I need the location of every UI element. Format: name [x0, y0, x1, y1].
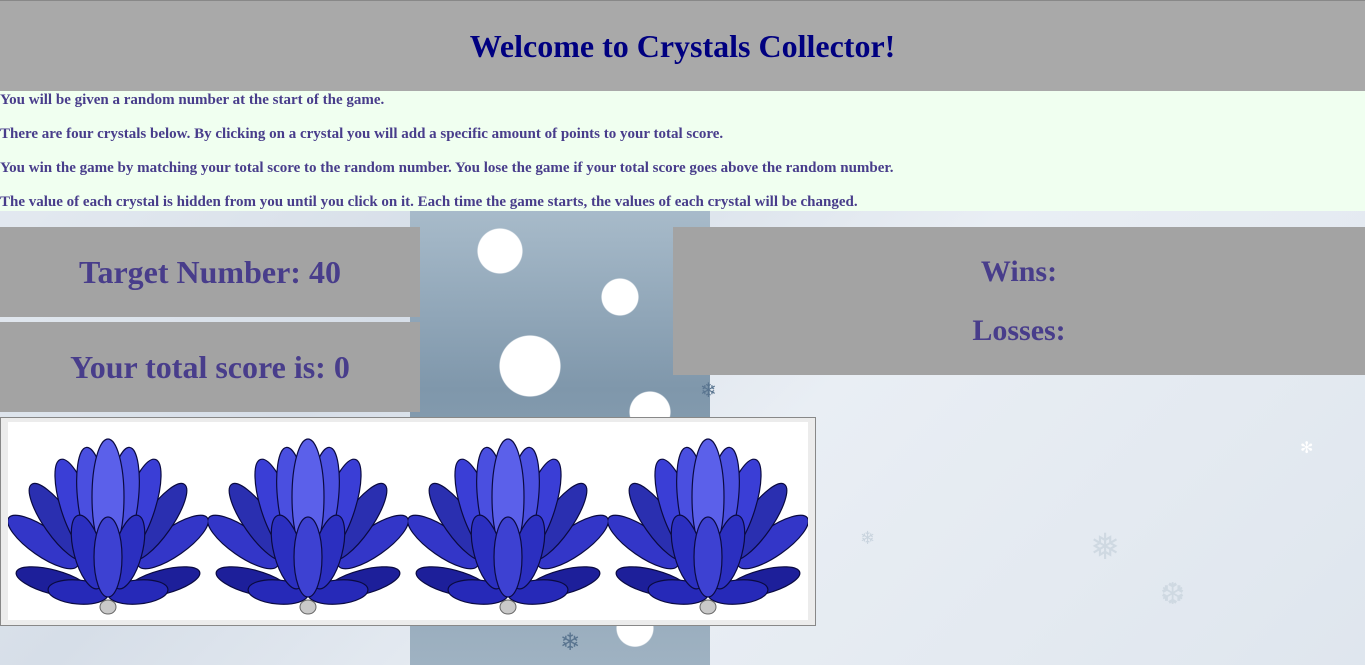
snowflake-icon: ❄ — [860, 528, 876, 549]
instruction-line: You win the game by matching your total … — [0, 160, 894, 176]
wins-label: Wins: — [980, 254, 1058, 288]
target-number-panel: Target Number: 40 — [0, 227, 420, 317]
snowflake-icon: ❄ — [560, 628, 581, 656]
blue-lotus-crystal-icon — [208, 438, 408, 615]
total-score-panel: Your total score is: 0 — [0, 322, 420, 412]
losses-label: Losses: — [972, 313, 1066, 347]
blue-lotus-crystal-icon — [408, 438, 608, 615]
instruction-line: The value of each crystal is hidden from… — [0, 194, 858, 210]
page-title: Welcome to Crystals Collector! — [469, 27, 896, 64]
snowflake-icon: ❆ — [1160, 577, 1186, 612]
crystal-button[interactable] — [208, 422, 408, 620]
instruction-line: There are four crystals below. By clicki… — [0, 126, 724, 142]
snowflake-icon: ❄ — [700, 378, 717, 402]
instructions-panel: You will be given a random number at the… — [0, 91, 1365, 211]
crystals-container — [0, 417, 816, 626]
crystals-row — [8, 422, 808, 620]
blue-lotus-crystal-icon — [608, 438, 808, 615]
crystal-button[interactable] — [608, 422, 808, 620]
total-score-label: Your total score is: 0 — [70, 348, 350, 385]
instruction-line: You will be given a random number at the… — [0, 92, 385, 108]
snowflake-icon: ✻ — [1300, 438, 1314, 457]
win-loss-panel: Wins: Losses: — [673, 227, 1365, 375]
target-number-label: Target Number: 40 — [79, 253, 341, 290]
page-header: Welcome to Crystals Collector! — [0, 0, 1365, 91]
crystal-button[interactable] — [8, 422, 208, 620]
snowflake-icon: ❅ — [1090, 527, 1121, 568]
blue-lotus-crystal-icon — [8, 438, 208, 615]
crystal-button[interactable] — [408, 422, 608, 620]
